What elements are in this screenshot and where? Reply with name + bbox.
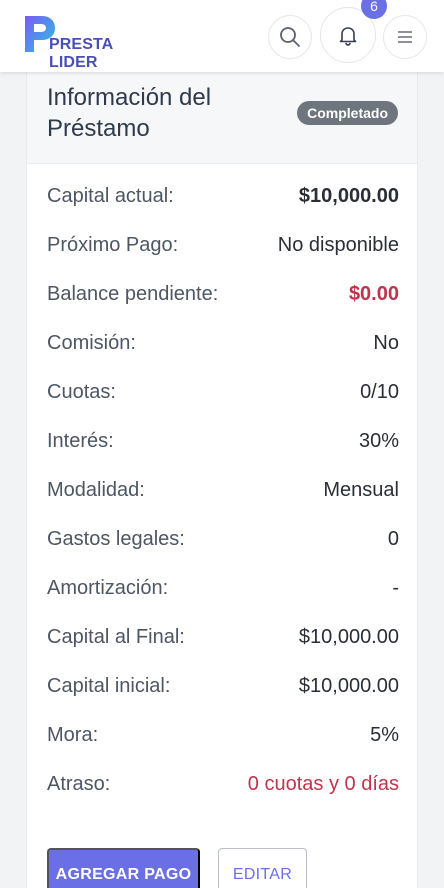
row-value: $10,000.00 — [298, 184, 399, 207]
row-interes: Interés: 30% — [47, 426, 399, 456]
bell-icon — [339, 27, 357, 46]
edit-button[interactable]: EDITAR — [218, 848, 307, 888]
row-value: $10,000.00 — [298, 674, 399, 697]
search-icon — [280, 27, 300, 47]
row-label: Capital al Final: — [47, 625, 185, 648]
row-label: Interés: — [47, 429, 114, 452]
menu-button[interactable] — [383, 15, 427, 59]
row-value: 0 — [387, 527, 399, 550]
row-atraso: Atraso: 0 cuotas y 0 días — [47, 769, 399, 799]
row-value: 5% — [370, 723, 399, 746]
row-label: Amortización: — [47, 576, 169, 599]
row-value: 0 cuotas y 0 días — [247, 772, 399, 795]
card-header: Información del Préstamo Completado — [27, 72, 417, 164]
row-label: Próximo Pago: — [47, 233, 179, 256]
row-value: No — [373, 331, 399, 354]
row-balance-pendiente: Balance pendiente: $0.00 — [47, 279, 399, 309]
row-label: Capital actual: — [47, 184, 174, 207]
row-label: Gastos legales: — [47, 527, 185, 550]
hamburger-menu-icon — [398, 31, 412, 43]
row-value: $0.00 — [348, 282, 399, 305]
card-title: Información del Préstamo — [47, 84, 212, 142]
row-capital-actual: Capital actual: $10,000.00 — [47, 181, 399, 211]
row-label: Cuotas: — [47, 380, 116, 403]
logo-text: PRESTA LIDER — [49, 36, 113, 71]
row-capital-al-final: Capital al Final: $10,000.00 — [47, 622, 399, 652]
app-logo[interactable]: PRESTA LIDER — [22, 14, 162, 71]
row-cuotas: Cuotas: 0/10 — [47, 377, 399, 407]
row-value: - — [392, 576, 399, 599]
row-value: No disponible — [277, 233, 399, 256]
status-badge: Completado — [297, 101, 398, 125]
row-modalidad: Modalidad: Mensual — [47, 475, 399, 505]
row-label: Comisión: — [47, 331, 136, 354]
row-label: Atraso: — [47, 772, 111, 795]
row-gastos-legales: Gastos legales: 0 — [47, 524, 399, 554]
row-value: 0/10 — [360, 380, 399, 403]
row-value: Mensual — [323, 478, 399, 501]
row-value: $10,000.00 — [298, 625, 399, 648]
row-value: 30% — [358, 429, 399, 452]
row-proximo-pago: Próximo Pago: No disponible — [47, 230, 399, 260]
row-label: Capital inicial: — [47, 674, 171, 697]
notification-count-badge: 6 — [361, 0, 387, 19]
row-amortizacion: Amortización: - — [47, 573, 399, 603]
row-comision: Comisión: No — [47, 328, 399, 358]
top-bar: PRESTA LIDER 6 — [0, 0, 444, 72]
add-payment-button[interactable]: AGREGAR PAGO — [47, 848, 200, 888]
row-mora: Mora: 5% — [47, 720, 399, 750]
row-label: Mora: — [47, 723, 99, 746]
loan-info-card: Información del Préstamo Completado Capi… — [26, 72, 418, 888]
row-label: Modalidad: — [47, 478, 145, 501]
row-label: Balance pendiente: — [47, 282, 219, 305]
search-button[interactable] — [268, 15, 312, 59]
row-capital-inicial: Capital inicial: $10,000.00 — [47, 671, 399, 701]
